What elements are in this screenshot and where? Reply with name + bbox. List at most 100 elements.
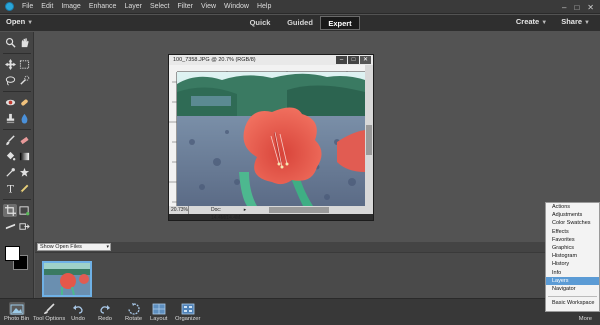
layout-label: Layout — [150, 316, 168, 322]
foreground-color-swatch[interactable] — [5, 246, 20, 261]
undo-icon — [70, 302, 86, 315]
menu-item-color-swatches[interactable]: Color Swatches — [546, 219, 599, 227]
color-swatches — [5, 246, 29, 272]
menu-select[interactable]: Select — [146, 0, 173, 14]
photoshop-elements-window: File Edit Image Enhance Layer Select Fil… — [0, 0, 600, 325]
menu-filter[interactable]: Filter — [173, 0, 197, 14]
lasso-icon[interactable] — [3, 74, 17, 87]
menu-edit[interactable]: Edit — [37, 0, 57, 14]
menu-item-history[interactable]: History — [546, 260, 599, 268]
menu-enhance[interactable]: Enhance — [85, 0, 121, 14]
tab-expert[interactable]: Expert — [320, 16, 360, 30]
hand-icon[interactable] — [17, 36, 31, 49]
gradient-icon[interactable] — [17, 150, 31, 163]
crop-icon[interactable] — [3, 204, 17, 217]
minimize-icon[interactable]: – — [562, 3, 566, 12]
marquee-icon[interactable] — [17, 58, 31, 71]
spot-healing-icon[interactable] — [17, 96, 31, 109]
move-icon[interactable] — [3, 58, 17, 71]
doc-maximize-icon[interactable]: □ — [348, 56, 359, 64]
menu-item-adjustments[interactable]: Adjustments — [546, 211, 599, 219]
organizer-button[interactable]: Organizer — [175, 302, 200, 322]
open-button[interactable]: Open ▼ — [6, 17, 33, 26]
document-vertical-scrollbar[interactable] — [365, 65, 373, 206]
menu-item-basic-workspace[interactable]: Basic Workspace — [546, 299, 599, 307]
tool-separator — [3, 91, 31, 93]
blur-icon[interactable] — [17, 112, 31, 125]
tab-quick[interactable]: Quick — [240, 16, 280, 30]
tool-separator — [3, 53, 31, 55]
svg-text:T: T — [7, 185, 14, 194]
red-eye-icon[interactable] — [3, 96, 17, 109]
menu-item-histogram[interactable]: Histogram — [546, 252, 599, 260]
share-button[interactable]: Share ▼ — [561, 17, 590, 26]
photo-bin-label: Photo Bin — [4, 316, 30, 322]
zoom-level[interactable]: 20.73% — [169, 206, 189, 214]
ruler-ticks-left — [169, 81, 177, 203]
tool-options-label: Tool Options — [33, 316, 66, 322]
tab-guided[interactable]: Guided — [280, 16, 320, 30]
doc-close-icon[interactable]: ✕ — [360, 56, 371, 64]
menu-item-info[interactable]: Info — [546, 269, 599, 277]
scroll-thumb[interactable] — [269, 207, 329, 213]
photo-bin-source-select[interactable]: Show Open Files ▾ — [37, 243, 111, 251]
scroll-thumb[interactable] — [366, 125, 372, 155]
toolbox: T — [0, 32, 34, 300]
menu-item-favorites[interactable]: Favorites — [546, 236, 599, 244]
tool-options-button[interactable]: Tool Options — [33, 302, 65, 322]
rotate-label: Rotate — [125, 316, 143, 322]
menu-layer[interactable]: Layer — [120, 0, 146, 14]
document-horizontal-scrollbar[interactable] — [249, 206, 373, 214]
type-icon[interactable]: T — [3, 182, 17, 195]
redo-icon — [97, 302, 113, 315]
eyedropper-icon[interactable] — [3, 166, 17, 179]
layout-button[interactable]: Layout — [150, 302, 167, 322]
rotate-button[interactable]: Rotate — [125, 302, 142, 322]
panel-menu-dropdown: Actions Adjustments Color Swatches Effec… — [545, 202, 600, 312]
photo-canvas[interactable] — [177, 72, 365, 206]
chevron-down-icon: ▾ — [106, 244, 109, 250]
photo-bin — [35, 252, 600, 300]
create-button[interactable]: Create ▼ — [516, 17, 547, 26]
redo-label: Redo — [98, 316, 112, 322]
menu-item-graphics[interactable]: Graphics — [546, 244, 599, 252]
quick-select-icon[interactable] — [17, 74, 31, 87]
menu-item-layers[interactable]: Layers — [546, 276, 599, 285]
maximize-icon[interactable]: □ — [574, 3, 579, 12]
more-button[interactable]: More — [579, 316, 592, 322]
menu-file[interactable]: File — [18, 0, 37, 14]
menu-item-effects[interactable]: Effects — [546, 228, 599, 236]
document-window: 100_7358.JPG @ 20.7% (RGB/8) – □ ✕ 20.73… — [168, 54, 374, 221]
redo-button[interactable]: Redo — [97, 302, 113, 322]
close-icon[interactable]: ✕ — [587, 3, 594, 12]
menu-item-navigator[interactable]: Navigator — [546, 285, 599, 293]
pencil-icon[interactable] — [17, 182, 31, 195]
recompose-icon[interactable] — [17, 204, 31, 217]
menu-item-actions[interactable]: Actions — [546, 203, 599, 211]
zoom-icon[interactable] — [3, 36, 17, 49]
custom-shape-icon[interactable] — [17, 166, 31, 179]
photo-bin-button[interactable]: Photo Bin — [4, 302, 29, 322]
menu-image[interactable]: Image — [57, 0, 84, 14]
menu-bar: File Edit Image Enhance Layer Select Fil… — [0, 0, 600, 14]
status-arrow-icon[interactable]: ▸ — [241, 206, 249, 214]
document-size-info: Doc: 14.4M/14.4M — [211, 207, 241, 221]
paint-bucket-icon[interactable] — [3, 150, 17, 163]
doc-minimize-icon[interactable]: – — [336, 56, 347, 64]
menu-view[interactable]: View — [197, 0, 220, 14]
menu-separator — [548, 293, 597, 298]
ruler-corner — [169, 65, 177, 72]
eraser-icon[interactable] — [17, 134, 31, 147]
undo-button[interactable]: Undo — [70, 302, 86, 322]
menu-window[interactable]: Window — [220, 0, 253, 14]
ruler-left — [169, 72, 177, 206]
clone-stamp-icon[interactable] — [3, 112, 17, 125]
photo-bin-thumbnail[interactable] — [42, 261, 92, 297]
organizer-label: Organizer — [175, 316, 201, 322]
brush-icon[interactable] — [3, 134, 17, 147]
straighten-icon[interactable] — [3, 220, 17, 233]
menu-help[interactable]: Help — [253, 0, 275, 14]
app-logo-icon — [0, 0, 18, 14]
open-label: Open — [6, 17, 26, 26]
content-aware-move-icon[interactable] — [17, 220, 31, 233]
